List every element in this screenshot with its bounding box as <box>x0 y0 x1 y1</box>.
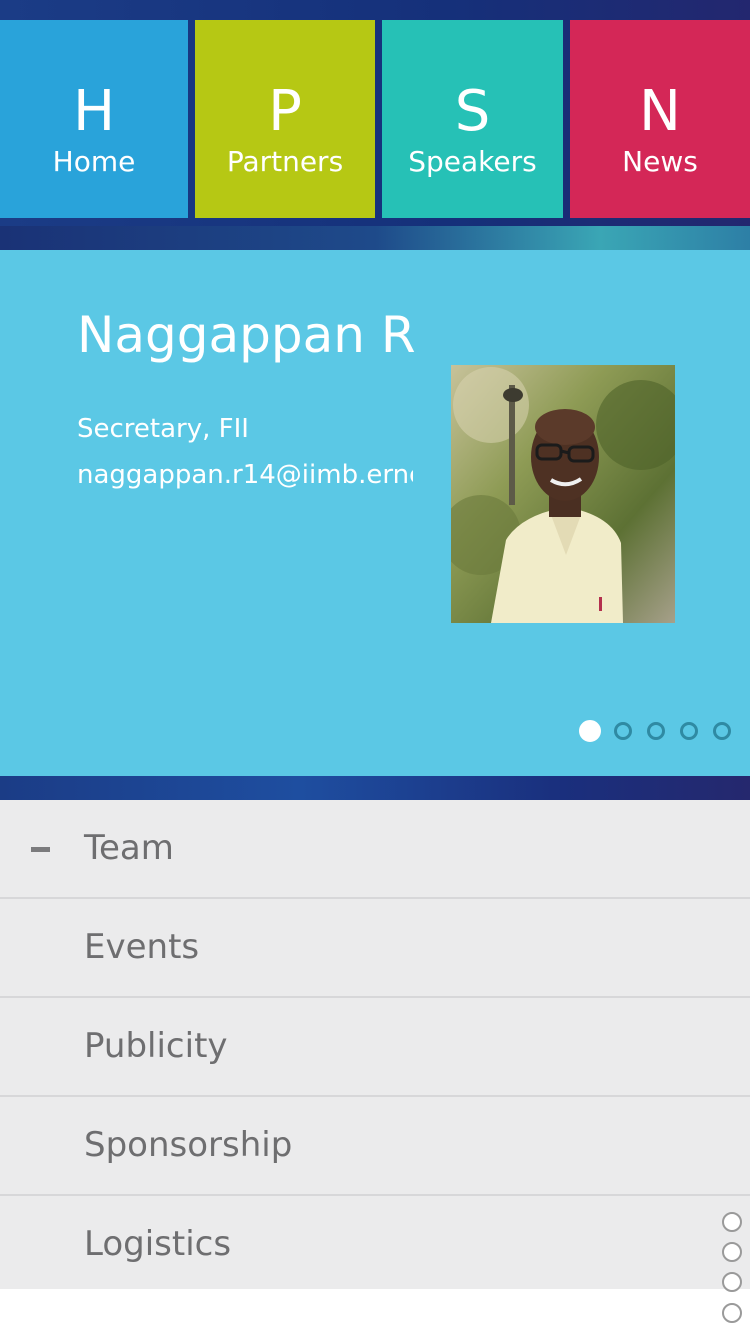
carousel-dot[interactable] <box>579 720 601 742</box>
nav-tile-news[interactable]: N News <box>570 20 750 218</box>
nav-tile-label: Home <box>52 145 136 178</box>
profile-email[interactable]: naggappan.r14@iimb.ernet.in <box>77 460 413 490</box>
nav-tile-partners[interactable]: P Partners <box>195 20 375 218</box>
nav-tile-home[interactable]: H Home <box>0 20 188 218</box>
divider-band <box>0 226 750 250</box>
menu-item-label: Events <box>84 927 200 967</box>
nav-tile-label: Speakers <box>408 145 537 178</box>
carousel-dot[interactable] <box>713 722 731 740</box>
profile-role: Secretary, FII <box>77 414 249 444</box>
divider-band <box>0 776 750 800</box>
nav-tile-letter: H <box>72 79 116 144</box>
accordion-menu: Team Events Publicity Sponsorship Logist… <box>0 800 750 1289</box>
carousel-dot[interactable] <box>647 722 665 740</box>
circle-icon <box>722 1272 742 1292</box>
menu-item-logistics[interactable]: Logistics <box>0 1196 750 1289</box>
profile-carousel-card[interactable]: Naggappan R Secretary, FII naggappan.r14… <box>0 250 750 776</box>
nav-tile-letter: S <box>454 79 491 144</box>
menu-item-label: Sponsorship <box>84 1125 293 1165</box>
nav-tile-label: Partners <box>226 145 344 178</box>
top-navigation-bar: H Home P Partners S Speakers N News <box>0 0 750 226</box>
carousel-dot[interactable] <box>680 722 698 740</box>
minus-icon[interactable] <box>31 847 50 852</box>
carousel-dot[interactable] <box>614 722 632 740</box>
circle-icon <box>722 1303 742 1323</box>
menu-item-label: Team <box>84 828 174 868</box>
menu-item-team[interactable]: Team <box>0 800 750 899</box>
nav-tile-label: News <box>622 145 698 178</box>
nav-tile-speakers[interactable]: S Speakers <box>382 20 563 218</box>
profile-photo <box>451 365 675 623</box>
menu-item-publicity[interactable]: Publicity <box>0 998 750 1097</box>
circle-icon <box>722 1242 742 1262</box>
menu-item-label: Logistics <box>84 1224 232 1264</box>
floating-menu-icon[interactable] <box>722 1210 744 1334</box>
circle-icon <box>722 1212 742 1232</box>
menu-item-label: Publicity <box>84 1026 228 1066</box>
menu-item-events[interactable]: Events <box>0 899 750 998</box>
menu-item-sponsorship[interactable]: Sponsorship <box>0 1097 750 1196</box>
nav-tile-letter: P <box>268 79 302 144</box>
nav-tile-letter: N <box>639 79 681 144</box>
profile-name: Naggappan R <box>77 306 416 364</box>
